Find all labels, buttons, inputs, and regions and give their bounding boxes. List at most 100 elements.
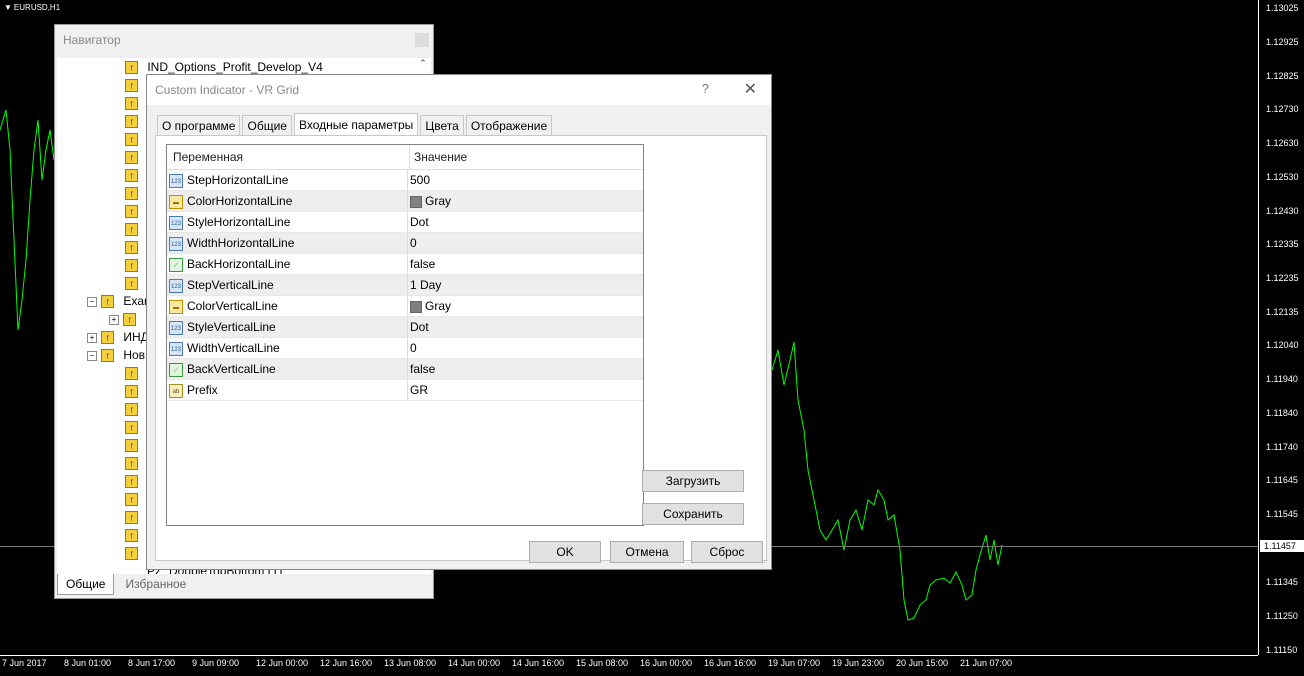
time-tick-label: 19 Jun 23:00 [832,658,885,668]
param-row[interactable]: ⟋ BackHorizontalLine false [167,254,643,275]
param-value-cell[interactable]: false [407,359,435,379]
tab-about[interactable]: О программе [157,115,241,137]
time-tick-label: 13 Jun 08:00 [384,658,437,668]
param-value-cell[interactable]: Gray [407,296,451,316]
indicator-icon: f [123,313,136,327]
close-icon[interactable]: ✕ [744,79,757,99]
tree-item[interactable]: f [125,508,138,526]
tree-item[interactable]: f [125,274,138,292]
param-value-cell[interactable]: GR [407,380,428,400]
cancel-button[interactable]: Отмена [610,541,684,563]
col-value-header[interactable]: Значение [409,145,467,169]
time-tick-label: 12 Jun 16:00 [320,658,373,668]
tree-subfolder[interactable]: + f [109,310,136,328]
tree-item[interactable]: f [125,238,138,256]
param-value: Dot [410,320,429,334]
expand-icon[interactable]: + [87,332,97,343]
indicator-icon: f [125,259,138,273]
price-tick-label: 1.11940 [1266,374,1298,384]
tree-item[interactable]: f [125,472,138,490]
help-icon[interactable]: ? [702,81,709,96]
tree-item[interactable]: f [125,526,138,544]
indicator-icon: f [125,97,138,111]
param-name-cell: 123 StepVerticalLine [169,275,403,295]
param-value-cell[interactable]: Dot [407,317,429,337]
param-value-cell[interactable]: Gray [407,191,451,211]
param-value: 0 [410,236,417,250]
tree-item[interactable]: f [125,202,138,220]
time-tick-label: 9 Jun 09:00 [192,658,240,668]
params-grid[interactable]: Переменная Значение 123 StepHorizontalLin… [166,144,644,526]
tree-item[interactable]: f [125,148,138,166]
param-name: StyleVerticalLine [187,320,276,334]
tree-item[interactable]: f [125,544,138,562]
expand-icon[interactable]: + [109,314,119,325]
tree-item[interactable]: f [125,364,138,382]
tab-colors[interactable]: Цвета [420,115,464,137]
tree-folder-3[interactable]: − f Нов [87,346,145,364]
tree-folder-2[interactable]: + f ИНД [87,328,149,346]
tree-item[interactable]: f [125,436,138,454]
tree-item[interactable]: f [125,130,138,148]
param-row[interactable]: ▬ ColorHorizontalLine Gray [167,191,643,212]
tree-item[interactable]: f [125,382,138,400]
tree-item[interactable]: f [125,454,138,472]
tab-visualization[interactable]: Отображение [465,115,553,137]
indicator-icon: f [125,421,138,435]
param-value-cell[interactable]: Dot [407,212,429,232]
param-row[interactable]: ab Prefix GR [167,380,643,401]
tree-item[interactable]: f [125,400,138,418]
price-tick-label: 1.11840 [1266,408,1298,418]
tree-item[interactable]: f [125,76,138,94]
tree-item[interactable]: f [125,220,138,238]
integer-icon: 123 [169,320,183,335]
color-swatch [410,195,422,208]
collapse-icon[interactable]: − [87,296,97,307]
indicator-icon: f [125,529,138,543]
tab-favorites[interactable]: Избранное [118,574,195,594]
collapse-icon[interactable]: − [87,350,97,361]
price-tick-label: 1.12430 [1266,206,1299,216]
indicator-icon: f [125,547,138,561]
param-value-cell[interactable]: false [407,254,435,274]
param-name: StepHorizontalLine [187,173,289,187]
param-row[interactable]: 123 StepVerticalLine 1 Day [167,275,643,296]
reset-button[interactable]: Сброс [691,541,763,563]
tab-inputs[interactable]: Входные параметры [294,113,419,137]
load-button[interactable]: Загрузить [642,470,744,492]
param-value-cell[interactable]: 0 [407,233,417,253]
tree-item[interactable]: f [125,256,138,274]
tab-common[interactable]: Общие [242,115,292,137]
param-name: BackVerticalLine [187,362,276,376]
tree-item[interactable]: f [125,166,138,184]
resize-grip-icon[interactable]: ⋰ [761,559,769,567]
folder-icon: f [101,295,114,309]
param-row[interactable]: ⟋ BackVerticalLine false [167,359,643,380]
indicator-dialog[interactable]: Custom Indicator - VR Grid ? ✕ О програм… [146,74,772,570]
indicator-icon: f [125,151,138,165]
tree-item[interactable]: f [125,112,138,130]
tree-item[interactable]: f [125,184,138,202]
param-row[interactable]: 123 StyleHorizontalLine Dot [167,212,643,233]
tree-folder-1[interactable]: − f Exar [87,292,148,310]
navigator-close-button[interactable] [415,33,429,47]
tree-item[interactable]: f [125,94,138,112]
scroll-up-icon[interactable]: ⌃ [415,58,431,72]
param-row[interactable]: 123 WidthVerticalLine 0 [167,338,643,359]
ok-button[interactable]: OK [529,541,601,563]
tab-general[interactable]: Общие [57,574,115,595]
param-row[interactable]: 123 StyleVerticalLine Dot [167,317,643,338]
param-value-cell[interactable]: 0 [407,338,417,358]
time-tick-label: 8 Jun 17:00 [128,658,176,668]
tree-item[interactable]: f [125,418,138,436]
save-button[interactable]: Сохранить [642,503,744,525]
tree-item[interactable]: f [125,490,138,508]
price-tick-label: 1.11150 [1266,645,1298,655]
param-value-cell[interactable]: 1 Day [407,275,441,295]
param-row[interactable]: ▬ ColorVerticalLine Gray [167,296,643,317]
col-variable-header[interactable]: Переменная [173,145,243,169]
param-row[interactable]: 123 StepHorizontalLine 500 [167,170,643,191]
param-value-cell[interactable]: 500 [407,170,430,190]
param-row[interactable]: 123 WidthHorizontalLine 0 [167,233,643,254]
indicator-icon: f [125,493,138,507]
